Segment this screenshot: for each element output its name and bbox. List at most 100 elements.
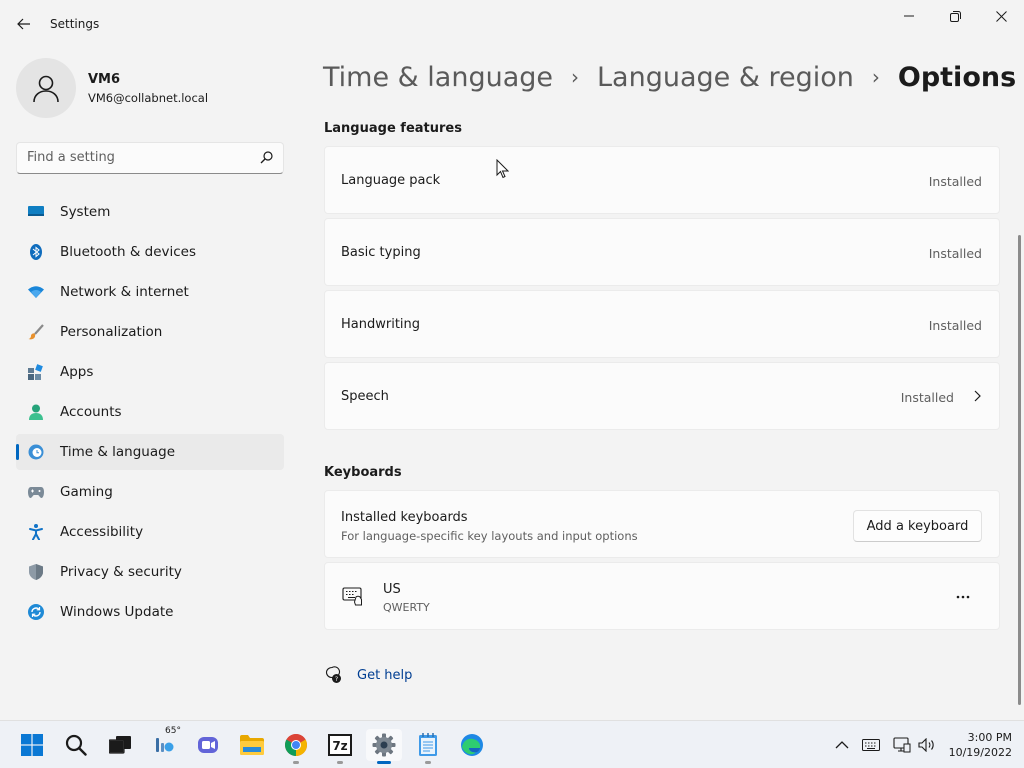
running-indicator [293, 761, 299, 764]
user-profile[interactable]: VM6 VM6@collabnet.local [16, 56, 286, 120]
weather-temperature: 65° [165, 726, 181, 736]
settings-taskbar-button[interactable] [366, 729, 402, 764]
sidebar-item-network[interactable]: Network & internet [16, 274, 284, 310]
clock-date: 10/19/2022 [948, 746, 1012, 759]
feature-label: Speech [341, 389, 389, 404]
input-indicator-button[interactable] [862, 735, 880, 755]
keyboard-icon [342, 587, 362, 606]
close-button[interactable] [978, 0, 1024, 32]
restore-button[interactable] [932, 0, 978, 32]
task-view-button[interactable] [102, 729, 138, 761]
edge-icon [461, 734, 483, 756]
chat-button[interactable] [190, 729, 226, 761]
feature-status: Installed [900, 390, 954, 405]
user-name: VM6 [88, 72, 121, 87]
svg-text:7z: 7z [332, 739, 347, 753]
taskbar-search-button[interactable] [58, 729, 94, 761]
clock[interactable]: 3:00 PM 10/19/2022 [946, 730, 1012, 760]
chrome-button[interactable] [278, 729, 314, 764]
speech-row[interactable]: Speech Installed [324, 362, 1000, 430]
user-icon [33, 75, 59, 103]
sidebar-item-privacy[interactable]: Privacy & security [16, 554, 284, 590]
sidebar-item-label: Privacy & security [60, 564, 182, 580]
folder-icon [240, 735, 264, 755]
minimize-button[interactable] [886, 0, 932, 32]
get-help-label: Get help [357, 667, 413, 683]
keyboards-heading: Keyboards [324, 465, 402, 480]
edge-button[interactable] [454, 729, 490, 761]
sidebar-item-label: Windows Update [60, 604, 174, 620]
network-status-button[interactable] [893, 735, 911, 755]
sidebar-item-label: Apps [60, 364, 94, 380]
sidebar-item-accounts[interactable]: Accounts [16, 394, 284, 430]
sidebar-item-label: Bluetooth & devices [60, 244, 197, 260]
keyboard-layout-subtitle: QWERTY [383, 601, 430, 614]
weather-icon [156, 738, 174, 752]
keyboard-icon [862, 739, 880, 751]
sidebar-item-system[interactable]: System [16, 194, 284, 230]
running-indicator [425, 761, 431, 764]
widgets-button[interactable]: 65° [146, 726, 182, 761]
sidebar-item-apps[interactable]: Apps [16, 354, 284, 390]
breadcrumb-time-language[interactable]: Time & language [323, 62, 553, 93]
breadcrumb-language-region[interactable]: Language & region [597, 62, 854, 93]
sidebar-item-time-language[interactable]: Time & language [16, 434, 284, 470]
running-indicator [377, 761, 391, 764]
language-pack-row: Language pack Installed [324, 146, 1000, 214]
7zip-icon: 7z [328, 734, 352, 756]
time-language-icon [28, 444, 44, 460]
feature-label: Language pack [341, 173, 441, 188]
show-hidden-icons-button[interactable] [835, 735, 849, 755]
more-icon [956, 595, 970, 599]
running-indicator [337, 761, 343, 764]
basic-typing-row: Basic typing Installed [324, 218, 1000, 286]
sidebar-item-accessibility[interactable]: Accessibility [16, 514, 284, 550]
sidebar-item-bluetooth[interactable]: Bluetooth & devices [16, 234, 284, 270]
get-help-link[interactable]: ? Get help [324, 664, 412, 686]
sidebar-item-gaming[interactable]: Gaming [16, 474, 284, 510]
bluetooth-icon [28, 244, 44, 260]
svg-text:?: ? [335, 675, 338, 683]
gamepad-icon [28, 484, 44, 500]
shield-icon [28, 564, 44, 580]
notepad-button[interactable] [410, 729, 446, 764]
start-button[interactable] [14, 729, 50, 761]
installed-keyboards-title: Installed keyboards [341, 510, 468, 525]
chevron-right-icon [974, 390, 981, 402]
feature-status: Installed [928, 246, 982, 261]
language-features-heading: Language features [324, 121, 462, 136]
clock-time: 3:00 PM [967, 731, 1012, 744]
feature-status: Installed [928, 174, 982, 189]
title-bar: Settings [0, 0, 1024, 48]
file-explorer-button[interactable] [234, 729, 270, 761]
scrollbar[interactable] [1018, 235, 1021, 705]
7zip-button[interactable]: 7z [322, 729, 358, 764]
sidebar-item-label: Personalization [60, 324, 163, 340]
breadcrumb: Time & language › Language & region › Op… [323, 56, 1016, 98]
add-keyboard-button[interactable]: Add a keyboard [853, 510, 982, 542]
wifi-icon [28, 284, 44, 300]
search-icon [260, 151, 273, 164]
close-icon [995, 10, 1007, 22]
user-email: VM6@collabnet.local [88, 91, 209, 105]
sidebar-item-windows-update[interactable]: Windows Update [16, 594, 284, 630]
breadcrumb-separator-icon: › [571, 65, 580, 89]
mouse-cursor-icon [496, 159, 509, 179]
keyboard-layout-title: US [383, 582, 401, 597]
sidebar-item-label: Gaming [60, 484, 113, 500]
installed-keyboards-row: Installed keyboards For language-specifi… [324, 490, 1000, 558]
volume-button[interactable] [918, 735, 936, 755]
back-button[interactable] [10, 10, 38, 38]
sidebar-item-label: Network & internet [60, 284, 189, 300]
windows-logo-icon [21, 734, 43, 756]
update-icon [28, 604, 44, 620]
sidebar-item-personalization[interactable]: Personalization [16, 314, 284, 350]
chrome-icon [285, 734, 307, 756]
sidebar-item-label: Time & language [60, 444, 176, 460]
more-options-button[interactable] [951, 585, 975, 609]
brush-icon [28, 324, 44, 340]
feature-label: Handwriting [341, 317, 421, 332]
sidebar-item-label: System [60, 204, 111, 220]
sidebar-nav: System Bluetooth & devices Network & int… [16, 194, 284, 634]
search-input[interactable]: Find a setting [16, 142, 284, 174]
